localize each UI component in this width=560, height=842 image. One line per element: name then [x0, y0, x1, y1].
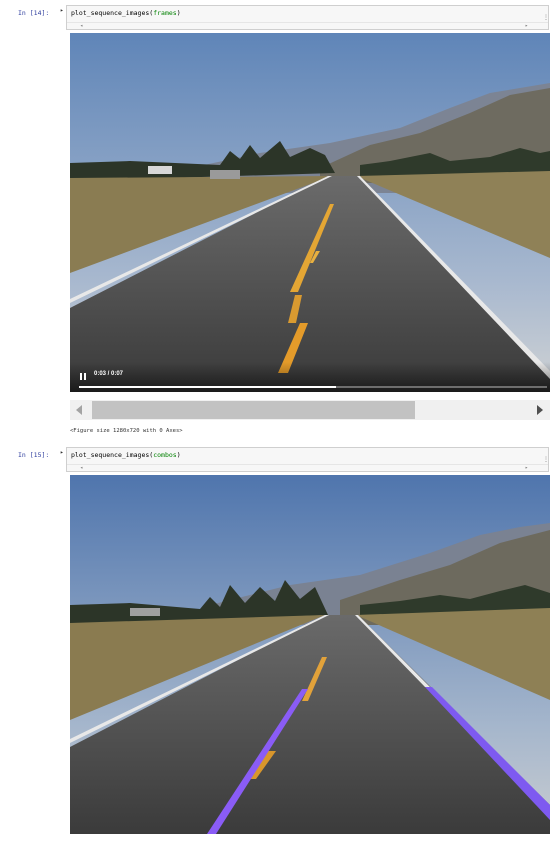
code-cell-14[interactable]: plot_sequence_images(frames) ⋮ ◂ ▸ [66, 5, 549, 30]
road-frame-lanes-image [70, 475, 550, 834]
function-name: plot_sequence_images [71, 451, 150, 459]
function-arg: combos [153, 451, 177, 459]
cell-horizontal-scrollbar[interactable]: ◂ ▸ [67, 464, 548, 471]
video-progress-fill [79, 386, 337, 388]
scroll-left-arrow-icon[interactable]: ◂ [80, 23, 83, 29]
road-frame-image [70, 33, 550, 392]
video-time: 0:03 / 0:07 [94, 371, 124, 377]
scroll-left-arrow-icon[interactable]: ◂ [80, 465, 83, 471]
pause-icon[interactable] [80, 373, 87, 380]
video-progress-bar[interactable] [79, 386, 547, 388]
code-cell-15[interactable]: plot_sequence_images(combos) ⋮ ◂ ▸ [66, 447, 549, 472]
code-line: plot_sequence_images(frames) [71, 9, 181, 17]
cell-prompt-14: In [14]: [18, 9, 50, 17]
output-text: <Figure size 1280x720 with 0 Axes> [70, 428, 183, 434]
video-output-15[interactable] [70, 475, 550, 834]
function-arg: frames [153, 9, 177, 17]
scroll-right-arrow-icon[interactable]: ▸ [525, 465, 528, 471]
cell-prompt-15: In [15]: [18, 451, 50, 459]
scroll-left-arrow-icon[interactable] [76, 405, 82, 415]
cell-horizontal-scrollbar[interactable]: ◂ ▸ [67, 22, 548, 29]
code-line: plot_sequence_images(combos) [71, 451, 181, 459]
video-output-14[interactable]: 0:03 / 0:07 [70, 33, 550, 392]
scroll-right-arrow-icon[interactable]: ▸ [525, 23, 528, 29]
scroll-right-arrow-icon[interactable] [537, 405, 543, 415]
output-horizontal-scrollbar[interactable] [70, 400, 550, 420]
video-controls: 0:03 / 0:07 [70, 362, 550, 392]
cell-resize-icon[interactable]: ⋮ [543, 457, 549, 463]
scrollbar-thumb[interactable] [92, 401, 415, 419]
cell-resize-icon[interactable]: ⋮ [543, 15, 549, 21]
function-name: plot_sequence_images [71, 9, 150, 17]
